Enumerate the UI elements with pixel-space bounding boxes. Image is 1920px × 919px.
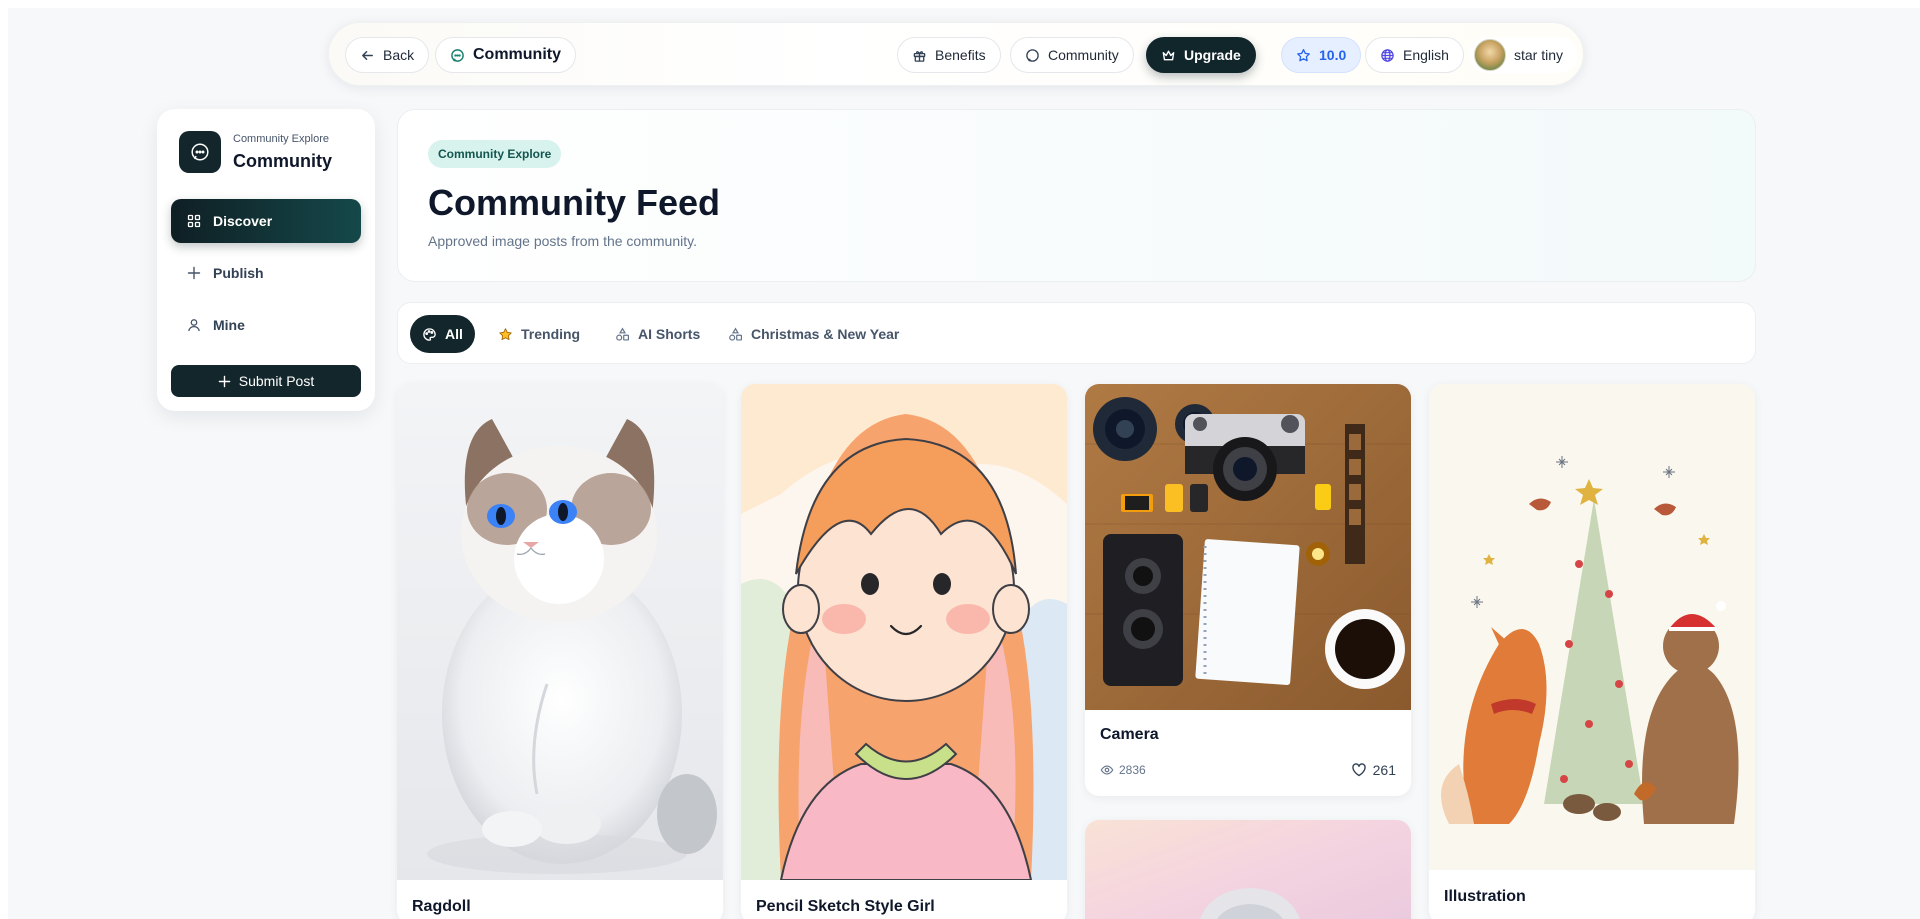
user-icon xyxy=(188,319,200,332)
pastel-abstract-image xyxy=(1085,820,1411,919)
community-label: Community xyxy=(1048,47,1119,63)
crown-icon xyxy=(1162,50,1175,60)
post-card-partial[interactable] xyxy=(1085,820,1411,919)
sidebar-item-discover[interactable]: Discover xyxy=(171,199,361,243)
page-title: Community Feed xyxy=(428,182,721,223)
brand-subtitle: Community Explore xyxy=(233,133,329,145)
view-count-value: 2836 xyxy=(1119,763,1146,777)
post-title: Illustration xyxy=(1444,888,1526,905)
sidebar-item-label: Mine xyxy=(213,317,245,333)
post-stats: 2836 261 xyxy=(1100,760,1396,780)
username-label: star tiny xyxy=(1514,47,1564,63)
heart-icon xyxy=(1351,763,1366,777)
language-selector[interactable]: English xyxy=(1365,37,1464,73)
shapes-icon xyxy=(729,326,743,341)
tab-all[interactable]: All xyxy=(410,315,475,353)
post-card-camera[interactable]: Camera 2836 261 xyxy=(1085,384,1411,796)
credits-value: 10.0 xyxy=(1319,47,1347,63)
community-button[interactable]: Community xyxy=(1010,37,1134,73)
tab-ai-shorts[interactable]: AI Shorts xyxy=(603,315,712,353)
post-card-pencil-sketch-girl[interactable]: Pencil Sketch Style Girl xyxy=(741,384,1067,919)
post-title: Pencil Sketch Style Girl xyxy=(756,898,935,915)
gift-icon xyxy=(913,50,926,62)
page-subtitle: Approved image posts from the community. xyxy=(428,233,697,249)
chat-bubble-icon xyxy=(179,131,221,173)
like-count-value: 261 xyxy=(1372,762,1396,778)
tab-trending[interactable]: Trending xyxy=(486,315,592,353)
page-context-title: Community xyxy=(435,37,576,73)
section-badge: Community Explore xyxy=(428,140,562,168)
user-menu[interactable]: star tiny xyxy=(1469,37,1579,73)
sidebar-item-label: Discover xyxy=(213,213,273,229)
upgrade-button[interactable]: Upgrade xyxy=(1146,37,1256,73)
chat-bubble-icon xyxy=(1026,48,1039,62)
upgrade-label: Upgrade xyxy=(1184,47,1241,63)
tab-christmas-new-year[interactable]: Christmas & New Year xyxy=(716,315,911,353)
submit-post-label: Submit Post xyxy=(238,373,315,389)
tab-label: AI Shorts xyxy=(638,326,701,342)
plus-icon xyxy=(187,266,201,280)
window-frame-top xyxy=(0,0,1920,8)
post-title: Camera xyxy=(1100,726,1159,743)
post-title: Ragdoll xyxy=(412,898,471,915)
star-icon xyxy=(499,327,512,340)
star-icon xyxy=(1297,48,1310,61)
brand-title: Community xyxy=(233,151,332,171)
language-label: English xyxy=(1403,47,1449,63)
context-title-label: Community xyxy=(473,46,561,63)
grid-icon xyxy=(187,214,201,228)
view-count: 2836 xyxy=(1100,763,1146,777)
post-card-illustration[interactable]: Illustration xyxy=(1429,384,1755,919)
credits-badge[interactable]: 10.0 xyxy=(1281,37,1362,73)
tab-label: Christmas & New Year xyxy=(751,326,900,342)
avatar xyxy=(1474,39,1506,71)
feed-header-card: Community Explore Community Feed Approve… xyxy=(397,109,1756,282)
chat-bubble-icon xyxy=(451,48,464,62)
back-label: Back xyxy=(383,47,415,63)
tab-label: Trending xyxy=(521,326,581,342)
sidebar: Community Explore Community Discover Pub… xyxy=(157,109,375,411)
pencil-sketch-girl-image xyxy=(741,384,1067,880)
category-tabs: All Trending AI Shorts Christmas & New Y… xyxy=(397,302,1756,364)
tab-label: All xyxy=(445,326,463,342)
plus-icon xyxy=(218,375,231,387)
top-navigation-bar: Back Community Benefits Community Upgrad… xyxy=(328,22,1584,86)
arrow-left-icon xyxy=(362,50,373,60)
benefits-button[interactable]: Benefits xyxy=(897,37,1001,73)
back-button[interactable]: Back xyxy=(345,37,430,73)
christmas-illustration-image xyxy=(1429,384,1755,870)
benefits-label: Benefits xyxy=(935,47,986,63)
eye-icon xyxy=(1100,765,1114,775)
submit-post-button[interactable]: Submit Post xyxy=(171,365,361,397)
window-frame-left xyxy=(0,0,8,919)
post-card-ragdoll[interactable]: Ragdoll xyxy=(397,384,723,919)
ragdoll-cat-image xyxy=(397,384,723,880)
sidebar-item-label: Publish xyxy=(213,265,264,281)
sidebar-item-mine[interactable]: Mine xyxy=(171,303,361,347)
shapes-icon xyxy=(616,326,630,341)
camera-flatlay-image xyxy=(1085,384,1411,710)
sidebar-item-publish[interactable]: Publish xyxy=(171,251,361,295)
globe-icon xyxy=(1381,48,1394,62)
palette-icon xyxy=(423,327,436,341)
like-button[interactable]: 261 xyxy=(1351,762,1396,778)
